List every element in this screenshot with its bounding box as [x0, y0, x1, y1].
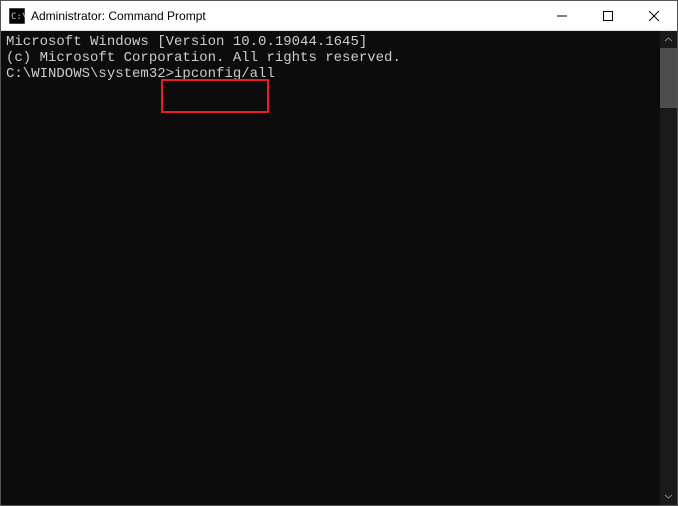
titlebar[interactable]: C:\ Administrator: Command Prompt	[1, 1, 677, 31]
scroll-down-button[interactable]	[660, 488, 677, 505]
close-button[interactable]	[631, 1, 677, 30]
version-line: Microsoft Windows [Version 10.0.19044.16…	[6, 34, 655, 50]
minimize-icon	[557, 11, 567, 21]
cmd-icon: C:\	[9, 8, 25, 24]
copyright-line: (c) Microsoft Corporation. All rights re…	[6, 50, 655, 66]
scroll-up-button[interactable]	[660, 31, 677, 48]
prompt-line: C:\WINDOWS\system32>ipconfig/all	[6, 66, 655, 82]
command-prompt-window: C:\ Administrator: Command Prompt	[0, 0, 678, 506]
maximize-icon	[603, 11, 613, 21]
maximize-button[interactable]	[585, 1, 631, 30]
window-title: Administrator: Command Prompt	[31, 9, 539, 23]
close-icon	[649, 11, 659, 21]
chevron-up-icon	[664, 37, 673, 42]
terminal-content[interactable]: Microsoft Windows [Version 10.0.19044.16…	[1, 31, 660, 505]
prompt-path: C:\WINDOWS\system32>	[6, 66, 174, 82]
svg-text:C:\: C:\	[11, 12, 25, 22]
scroll-track[interactable]	[660, 48, 677, 488]
scroll-thumb[interactable]	[660, 48, 677, 108]
terminal-area: Microsoft Windows [Version 10.0.19044.16…	[1, 31, 677, 505]
window-controls	[539, 1, 677, 30]
minimize-button[interactable]	[539, 1, 585, 30]
typed-command: ipconfig/all	[174, 66, 275, 82]
vertical-scrollbar[interactable]	[660, 31, 677, 505]
chevron-down-icon	[664, 494, 673, 499]
